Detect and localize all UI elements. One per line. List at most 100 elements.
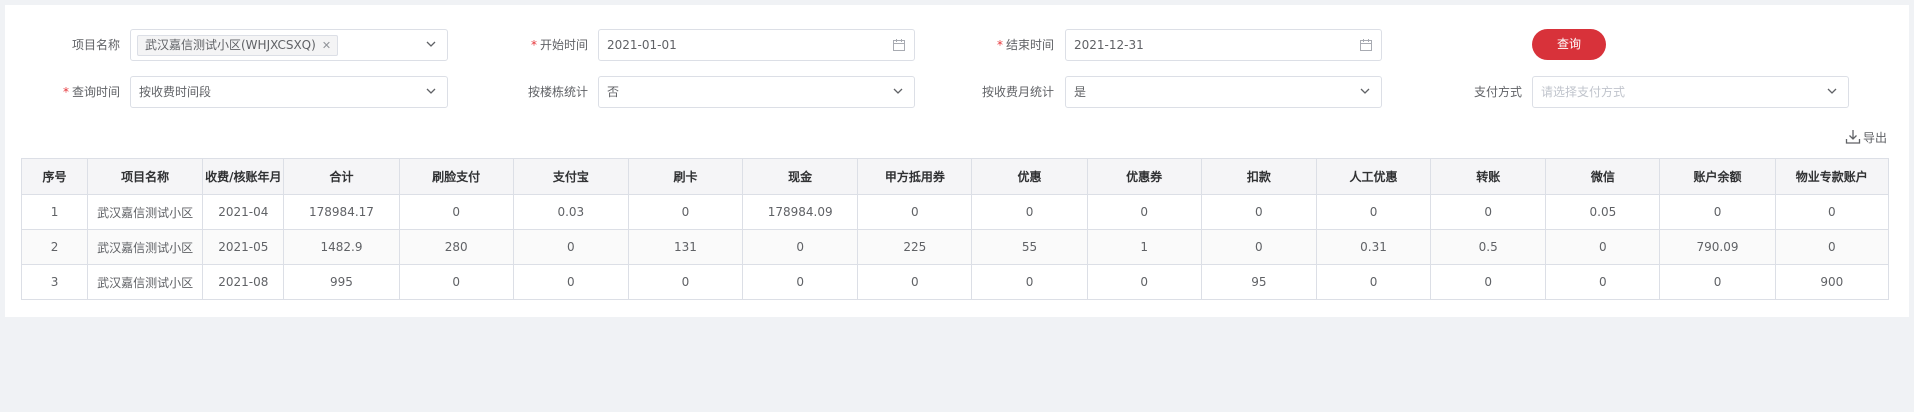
table-cell: 0 (512, 229, 629, 265)
table-cell: 0 (1086, 264, 1202, 300)
chevron-down-icon (426, 41, 436, 47)
table-cell: 0 (1200, 194, 1317, 230)
table-cell: 0 (1200, 229, 1317, 265)
table-cell: 0 (1315, 264, 1432, 300)
column-header: 项目名称 (87, 158, 204, 195)
end-date-value: 2021-12-31 (1074, 38, 1144, 52)
table-cell: 武汉嘉信测试小区 (87, 229, 204, 265)
report-table: 序号 项目名称 收费/核账年月 合计 刷脸支付 支付宝 刷卡 现金 甲方抵用券 优惠 优惠券 扣款 人工… (20, 158, 1890, 300)
end-time-label: * 结束时间 (996, 38, 1054, 52)
by-building-select[interactable]: 否 (598, 76, 915, 108)
table-cell: 0 (1659, 194, 1776, 230)
column-header: 扣款 (1200, 158, 1317, 195)
by-month-label: 按收费月统计 (981, 85, 1054, 99)
column-header: 优惠券 (1086, 158, 1202, 195)
table-cell: 0 (1315, 194, 1432, 230)
column-header: 收费/核账年月 (202, 158, 285, 195)
query-time-select[interactable]: 按收费时间段 (130, 76, 448, 108)
column-header: 账户余额 (1659, 158, 1776, 195)
chevron-down-icon (893, 88, 903, 94)
by-month-value: 是 (1074, 85, 1087, 99)
calendar-icon (893, 39, 905, 51)
table-cell: 0.05 (1545, 194, 1661, 230)
tag-close-icon[interactable]: ✕ (322, 36, 331, 55)
table-cell: 武汉嘉信测试小区 (87, 264, 204, 300)
chevron-down-icon (1360, 88, 1370, 94)
table-cell: 0 (1545, 229, 1661, 265)
table-cell: 0 (1545, 264, 1661, 300)
project-select[interactable]: 武汉嘉信测试小区(WHJXCSXQ) ✕ (130, 29, 448, 61)
table-header-row: 序号 项目名称 收费/核账年月 合计 刷脸支付 支付宝 刷卡 现金 甲方抵用券 优惠 优惠券 扣款 人工… (20, 158, 1890, 195)
end-date-picker[interactable]: 2021-12-31 (1065, 29, 1382, 61)
table-cell: 0 (627, 194, 744, 230)
export-label: 导出 (1863, 131, 1888, 145)
table-cell: 1 (1086, 229, 1202, 265)
by-month-select[interactable]: 是 (1065, 76, 1382, 108)
table-cell: 2021-04 (202, 194, 285, 230)
query-button[interactable]: 查询 (1532, 29, 1606, 60)
table-cell: 0.5 (1430, 229, 1547, 265)
table-cell: 0 (627, 264, 744, 300)
payment-method-select[interactable]: 请选择支付方式 (1532, 76, 1849, 108)
calendar-icon (1360, 39, 1372, 51)
table-cell: 0 (1774, 194, 1890, 230)
table-cell: 0 (398, 194, 514, 230)
table-cell: 0.03 (512, 194, 629, 230)
table-cell: 1 (20, 194, 89, 230)
required-mark: * (996, 38, 1003, 52)
table-cell: 0 (971, 194, 1088, 230)
payment-method-placeholder: 请选择支付方式 (1541, 85, 1626, 99)
start-date-value: 2021-01-01 (607, 38, 677, 52)
column-header: 序号 (20, 158, 89, 195)
start-time-label: * 开始时间 (530, 38, 588, 52)
column-header: 合计 (283, 158, 400, 195)
table-cell: 95 (1200, 264, 1317, 300)
table-cell: 0 (512, 264, 629, 300)
table-cell: 0 (1430, 194, 1547, 230)
chevron-down-icon (1827, 88, 1837, 94)
column-header: 现金 (742, 158, 859, 195)
required-mark: * (530, 38, 537, 52)
table-cell: 178984.17 (283, 194, 400, 230)
start-date-picker[interactable]: 2021-01-01 (598, 29, 915, 61)
table-cell: 131 (627, 229, 744, 265)
table-cell: 2021-05 (202, 229, 285, 265)
table-cell: 995 (283, 264, 400, 300)
table-row: 2 武汉嘉信测试小区 2021-05 1482.9 280 0 131 0 225 55 1 0 0.3… (20, 229, 1890, 265)
payment-method-label: 支付方式 (1473, 85, 1522, 99)
column-header: 刷卡 (627, 158, 744, 195)
column-header: 优惠 (971, 158, 1088, 195)
query-time-value: 按收费时间段 (139, 85, 212, 99)
table-cell: 0.31 (1315, 229, 1432, 265)
table-cell: 280 (398, 229, 514, 265)
table-cell: 2021-08 (202, 264, 285, 300)
table-cell: 225 (857, 229, 973, 265)
project-label: 项目名称 (71, 38, 120, 52)
table-cell: 0 (857, 194, 973, 230)
export-button[interactable]: 导出 (1845, 128, 1887, 148)
column-header: 刷脸支付 (398, 158, 514, 195)
table-cell: 0 (857, 264, 973, 300)
table-cell: 0 (1086, 194, 1202, 230)
column-header: 人工优惠 (1315, 158, 1432, 195)
column-header: 物业专款账户 (1774, 158, 1890, 195)
query-time-label: * 查询时间 (62, 85, 120, 99)
table-cell: 1482.9 (283, 229, 400, 265)
table-row: 1 武汉嘉信测试小区 2021-04 178984.17 0 0.03 0 178984.09… (20, 194, 1890, 230)
project-tag-label: 武汉嘉信测试小区(WHJXCSXQ) (145, 38, 316, 52)
by-building-label: 按楼栋统计 (527, 85, 588, 99)
table-cell: 55 (971, 229, 1088, 265)
table-cell: 0 (1774, 229, 1890, 265)
required-mark: * (62, 85, 69, 99)
column-header: 支付宝 (512, 158, 629, 195)
table-cell: 0 (971, 264, 1088, 300)
table-cell: 900 (1774, 264, 1890, 300)
table-cell: 0 (1430, 264, 1547, 300)
table-cell: 0 (742, 264, 859, 300)
table-cell: 178984.09 (742, 194, 859, 230)
table-row: 3 武汉嘉信测试小区 2021-08 995 0 0 0 0 0 0 0 95 0 0 0 0 900 (20, 264, 1890, 300)
table-cell: 790.09 (1659, 229, 1776, 265)
column-header: 转账 (1430, 158, 1547, 195)
table-cell: 0 (742, 229, 859, 265)
table-cell: 武汉嘉信测试小区 (87, 194, 204, 230)
